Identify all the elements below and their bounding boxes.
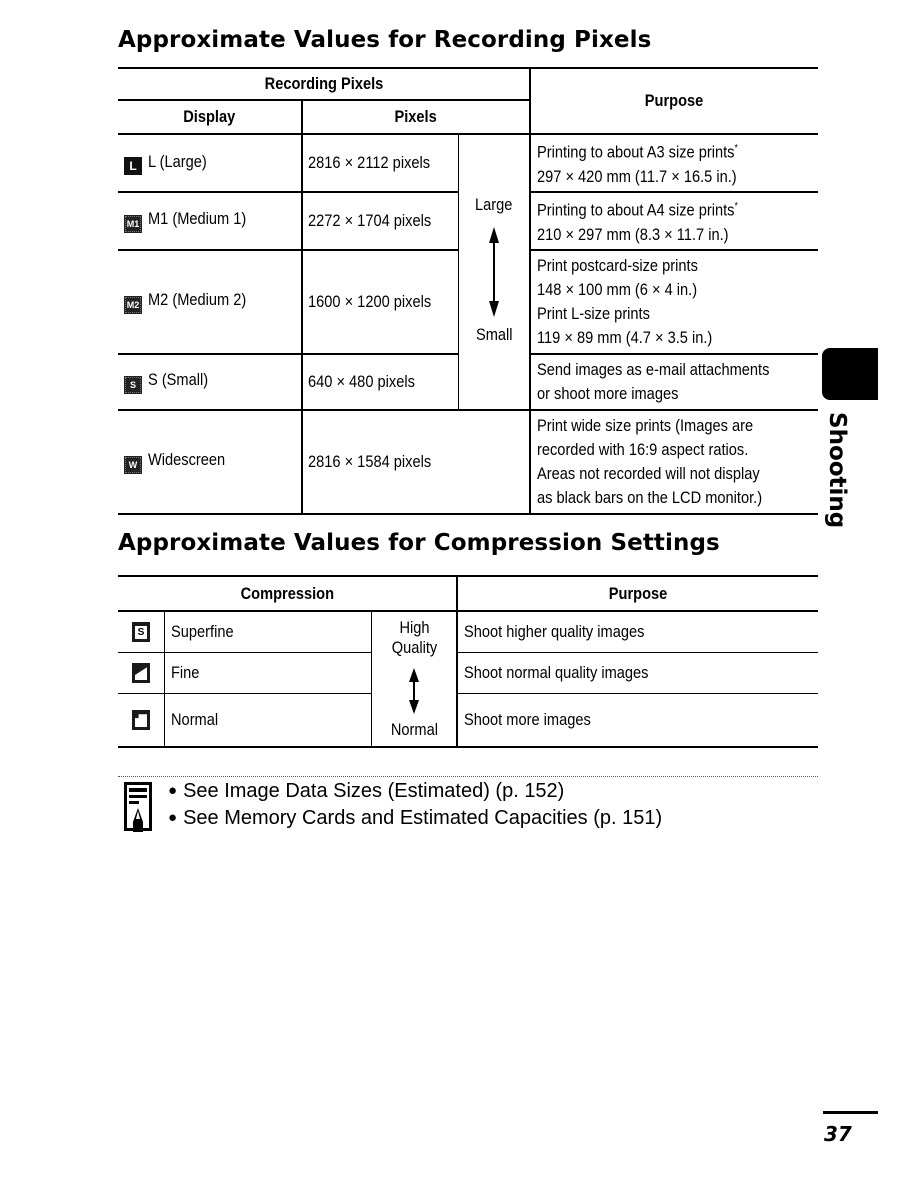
section-tab-label: Shooting xyxy=(824,412,850,529)
pixels-cell: 1600 × 1200 pixels xyxy=(302,250,459,355)
purpose-cell: Print postcard-size prints 148 × 100 mm … xyxy=(529,250,818,355)
note-link-image-data-sizes[interactable]: See Image Data Sizes (Estimated) (p. 152… xyxy=(183,780,564,802)
table-row: LL (Large) 2816 × 2112 pixels Large Smal… xyxy=(118,134,818,411)
page-number: 37 xyxy=(824,1122,852,1146)
compression-name: Superfine xyxy=(164,611,372,653)
widescreen-icon: W xyxy=(124,456,142,474)
table-row: S Superfine High Quality Normal Shoot hi… xyxy=(118,611,818,748)
display-cell: LL (Large) xyxy=(118,134,303,193)
pixels-cell: 2816 × 1584 pixels xyxy=(308,452,432,471)
compression-settings-title: Approximate Values for Compression Setti… xyxy=(118,530,720,556)
size-scale: Large Small xyxy=(458,134,530,411)
large-size-icon: L xyxy=(124,156,142,175)
medium2-size-icon: M2 xyxy=(124,296,142,314)
header-compression: Compression xyxy=(118,576,457,612)
quality-scale: High Quality Normal xyxy=(371,611,457,748)
display-cell: SS (Small) xyxy=(118,354,303,411)
normal-icon xyxy=(132,710,150,731)
purpose-cell: Shoot more images xyxy=(456,693,818,747)
quality-quality-label: Quality xyxy=(391,638,437,657)
note-item: ● See Memory Cards and Estimated Capaciti… xyxy=(168,807,662,830)
bullet-icon: ● xyxy=(168,809,178,826)
table-row: Fine Shoot normal quality images xyxy=(118,652,818,694)
icon-cell xyxy=(118,652,165,694)
purpose-cell: Print wide size prints (Images are recor… xyxy=(529,410,818,514)
bullet-icon: ● xyxy=(168,782,178,799)
quality-high-label: High xyxy=(398,618,430,637)
section-tab-marker xyxy=(822,348,878,400)
header-purpose: Purpose xyxy=(529,68,818,134)
note-divider xyxy=(118,776,818,777)
quality-normal-label: Normal xyxy=(390,720,438,739)
purpose-cell: Send images as e-mail attachments or sho… xyxy=(529,354,818,411)
compression-name: Normal xyxy=(171,710,219,729)
note-item: ● See Image Data Sizes (Estimated) (p. 15… xyxy=(168,780,564,803)
purpose-cell: Printing to about A3 size prints* 297 × … xyxy=(529,134,818,193)
header-recording-pixels: Recording Pixels xyxy=(118,68,531,101)
purpose-cell: Shoot normal quality images xyxy=(456,652,818,694)
memo-pencil-icon xyxy=(124,782,152,832)
double-arrow-icon xyxy=(409,668,419,714)
medium1-size-icon: M1 xyxy=(124,215,142,233)
superfine-icon: S xyxy=(132,622,150,643)
fine-icon xyxy=(132,663,150,684)
double-arrow-icon xyxy=(489,227,499,317)
pixels-cell: 2816 × 2112 pixels xyxy=(302,134,459,193)
table-row: W Widescreen 2816 × 1584 pixels Print wid… xyxy=(118,410,818,514)
size-small-label: Small xyxy=(475,325,513,344)
size-large-label: Large xyxy=(475,195,513,214)
pixels-cell: 2272 × 1704 pixels xyxy=(302,192,459,251)
icon-cell: S xyxy=(118,611,165,653)
compression-name: Fine xyxy=(164,652,372,694)
display-cell: M2 M2 (Medium 2) xyxy=(118,250,303,355)
table-row: Normal Shoot more images xyxy=(118,693,818,747)
icon-cell xyxy=(118,693,165,747)
recording-pixels-title: Approximate Values for Recording Pixels xyxy=(118,27,652,53)
pixels-cell: 640 × 480 pixels xyxy=(302,354,459,411)
note-link-memory-cards[interactable]: See Memory Cards and Estimated Capacitie… xyxy=(183,807,662,829)
display-cell: W Widescreen xyxy=(118,410,303,514)
purpose-cell: Shoot higher quality images xyxy=(456,611,818,653)
header-purpose: Purpose xyxy=(456,576,818,612)
recording-pixels-table: Recording Pixels Purpose Display Pixels … xyxy=(118,67,818,515)
header-pixels: Pixels xyxy=(302,100,531,134)
small-size-icon: S xyxy=(124,376,142,394)
page-number-rule xyxy=(823,1111,878,1114)
header-display: Display xyxy=(118,100,303,134)
display-cell: M1 M1 (Medium 1) xyxy=(118,192,303,251)
purpose-cell: Printing to about A4 size prints* 210 × … xyxy=(529,192,818,251)
compression-table: Compression Purpose S Superfine High Qua… xyxy=(118,575,818,748)
